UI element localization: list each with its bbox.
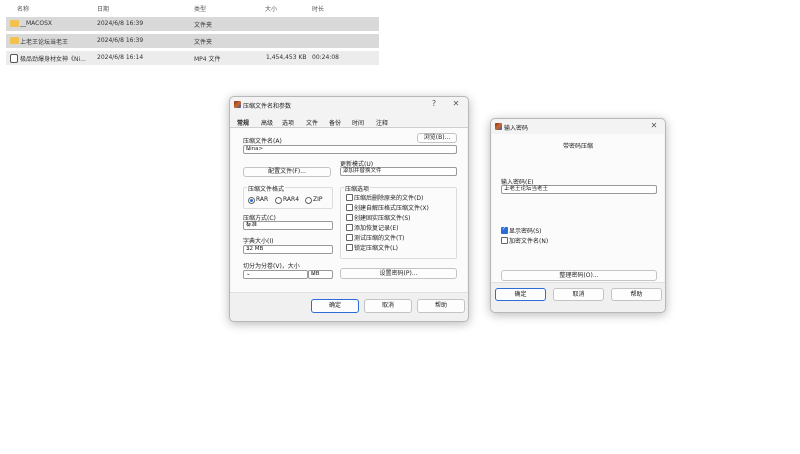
dict-size-label: 字典大小(I)	[243, 238, 274, 245]
file-size: 1,454,453 KB	[266, 54, 307, 61]
chevron-down-icon: ⌄	[246, 222, 251, 228]
password-input[interactable]: 上老王论坛当老王 ⌄	[501, 185, 657, 194]
file-row[interactable]: 上老王论坛当老王 2024/6/8 16:39 文件夹	[6, 34, 379, 48]
split-volumes-label: 切分为分卷(V)，大小	[243, 263, 300, 270]
split-size-input[interactable]: ⌄	[243, 270, 308, 279]
format-zip-label: ZIP	[313, 196, 323, 203]
tab-comment[interactable]: 注释	[376, 118, 388, 127]
option-recovery-label: 添加恢复记录(E)	[354, 225, 399, 232]
option-test-label: 测试压缩的文件(T)	[354, 235, 405, 242]
file-name: 上老王论坛当老王	[20, 39, 69, 46]
file-type: 文件夹	[194, 22, 213, 29]
winrar-icon	[495, 123, 502, 130]
column-header-name[interactable]: 名称	[17, 4, 29, 13]
option-delete-checkbox[interactable]	[346, 194, 353, 201]
file-row[interactable]: 极品劲爆身材女神《Ni... 2024/6/8 16:14 MP4 文件 1,4…	[6, 51, 379, 65]
tab-options[interactable]: 选项	[282, 118, 294, 127]
chevron-down-icon[interactable]: ⌄	[504, 186, 654, 193]
help-icon[interactable]: ?	[428, 98, 440, 110]
option-sfx-label: 创建自解压格式压缩文件(X)	[354, 205, 429, 212]
video-file-icon	[10, 54, 18, 63]
format-zip-radio[interactable]	[305, 197, 312, 204]
folder-icon	[10, 20, 19, 27]
options-group-label: 压缩选项	[344, 184, 371, 193]
file-date: 2024/6/8 16:39	[97, 37, 144, 44]
chevron-down-icon: ⌄	[311, 271, 316, 277]
close-icon[interactable]: ✕	[450, 98, 462, 110]
help-button[interactable]: 帮助	[417, 299, 465, 313]
option-recovery-checkbox[interactable]	[346, 224, 353, 231]
option-test-checkbox[interactable]	[346, 234, 353, 241]
column-header-duration[interactable]: 时长	[312, 4, 324, 13]
organize-passwords-button[interactable]: 整理密码(O)...	[501, 270, 657, 281]
format-group-label: 压缩文件格式	[247, 184, 286, 193]
column-header-type[interactable]: 类型	[194, 4, 206, 13]
file-name: 极品劲爆身材女神《Ni...	[20, 56, 86, 63]
option-lock-checkbox[interactable]	[346, 244, 353, 251]
dialog-subtitle: 带密码压缩	[562, 143, 593, 150]
dialog-title: 压缩文件名和参数	[243, 103, 292, 110]
dict-size-select[interactable]: 32 MB ⌄	[243, 245, 333, 254]
column-header-date[interactable]: 日期	[97, 4, 109, 13]
option-lock-label: 锁定压缩文件(L)	[354, 245, 399, 252]
chevron-down-icon[interactable]: ⌄	[246, 271, 305, 278]
dialog-button-bar: 确定 取消 帮助	[230, 292, 468, 321]
option-sfx-checkbox[interactable]	[346, 204, 353, 211]
cancel-button[interactable]: 取消	[553, 288, 604, 301]
ok-button[interactable]: 确定	[311, 299, 359, 313]
chevron-down-icon[interactable]: ⌄	[246, 146, 454, 153]
format-rar-radio[interactable]	[248, 197, 255, 204]
show-password-label: 显示密码(S)	[509, 228, 542, 235]
archive-dialog: 压缩文件名和参数 ? ✕ 常规 高级 选项 文件 备份 时间 注释 压缩文件名(…	[229, 96, 469, 322]
encrypt-names-checkbox[interactable]	[501, 237, 508, 244]
file-row[interactable]: __MACOSX 2024/6/8 16:39 文件夹	[6, 17, 379, 31]
file-date: 2024/6/8 16:14	[97, 54, 144, 61]
option-delete-label: 压缩后删除原来的文件(D)	[354, 195, 424, 202]
dialog-title: 输入密码	[504, 125, 529, 132]
tab-files[interactable]: 文件	[306, 118, 318, 127]
file-date: 2024/6/8 16:39	[97, 20, 144, 27]
file-type: MP4 文件	[194, 56, 221, 63]
show-password-checkbox[interactable]	[501, 226, 508, 234]
help-button[interactable]: 帮助	[611, 288, 662, 301]
file-duration: 00:24:08	[312, 54, 339, 61]
password-panel: 带密码压缩 输入密码(E) 上老王论坛当老王 ⌄ 显示密码(S) 加密文件名(N…	[492, 134, 664, 282]
archive-name-input[interactable]: Nina> ⌄	[243, 145, 457, 154]
tab-general[interactable]: 常规	[237, 118, 249, 127]
column-header-size[interactable]: 大小	[265, 4, 277, 13]
file-name: __MACOSX	[20, 20, 53, 27]
password-dialog: 输入密码 ✕ 带密码压缩 输入密码(E) 上老王论坛当老王 ⌄ 显示密码(S) …	[490, 118, 666, 313]
chevron-down-icon: ⌄	[246, 246, 251, 252]
format-rar4-label: RAR4	[283, 196, 300, 203]
browse-button[interactable]: 浏览(B)...	[417, 133, 457, 143]
method-select[interactable]: 标准 ⌄	[243, 221, 333, 230]
format-rar4-radio[interactable]	[275, 197, 282, 204]
profiles-button[interactable]: 配置文件(F)...	[243, 167, 331, 177]
close-icon[interactable]: ✕	[648, 120, 660, 132]
general-panel: 压缩文件名(A) 浏览(B)... Nina> ⌄ 配置文件(F)... 更新模…	[231, 128, 467, 292]
split-unit-select[interactable]: MB ⌄	[308, 270, 333, 279]
chevron-down-icon: ⌄	[343, 168, 348, 174]
ok-button[interactable]: 确定	[495, 288, 546, 301]
folder-icon	[10, 37, 19, 44]
format-rar-label: RAR	[256, 196, 269, 203]
option-solid-label: 创建固实压缩文件(S)	[354, 215, 411, 222]
encrypt-names-label: 加密文件名(N)	[509, 238, 549, 245]
option-solid-checkbox[interactable]	[346, 214, 353, 221]
cancel-button[interactable]: 取消	[364, 299, 412, 313]
tab-backup[interactable]: 备份	[329, 118, 341, 127]
dialog-button-bar: 确定 取消 帮助	[491, 282, 665, 312]
tab-advanced[interactable]: 高级	[261, 118, 273, 127]
update-mode-select[interactable]: 添加并替换文件 ⌄	[340, 167, 457, 176]
archive-name-label: 压缩文件名(A)	[243, 138, 282, 145]
tab-time[interactable]: 时间	[352, 118, 364, 127]
set-password-button[interactable]: 设置密码(P)...	[340, 268, 457, 279]
file-type: 文件夹	[194, 39, 213, 46]
winrar-icon	[234, 101, 241, 108]
